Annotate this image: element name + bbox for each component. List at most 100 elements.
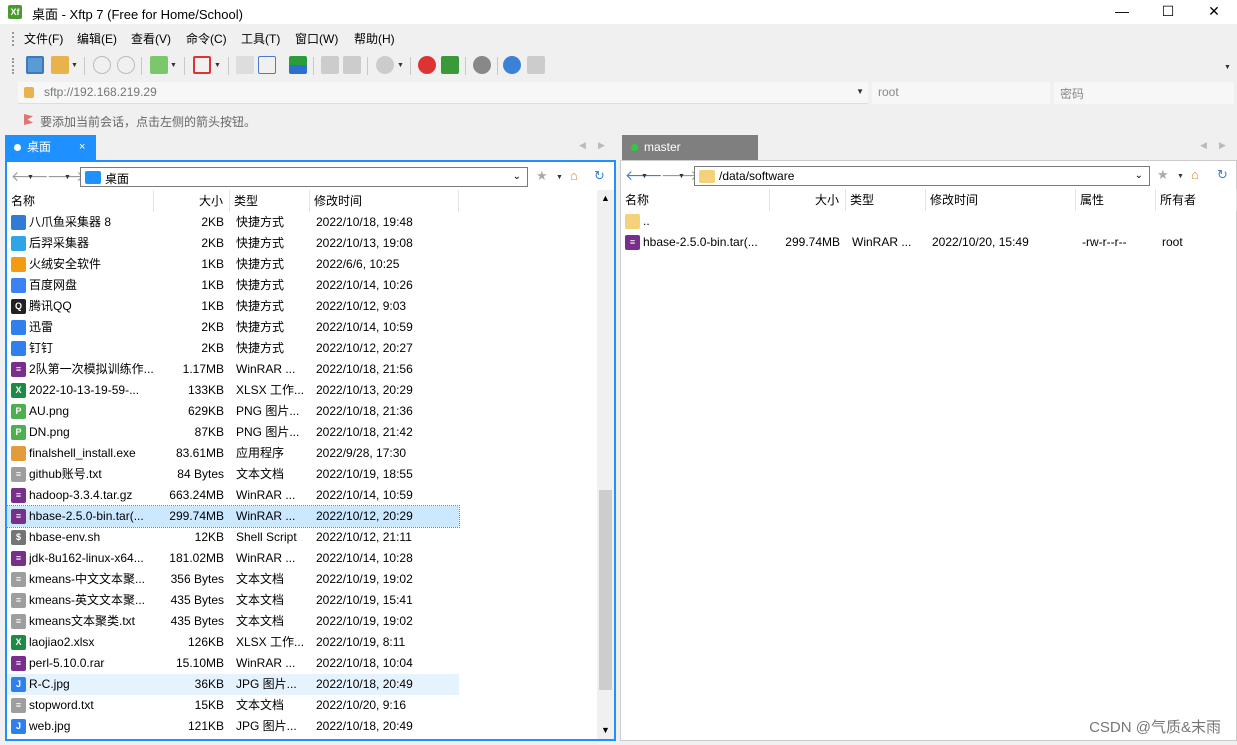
table-row[interactable]: 钉钉 2KB 快捷方式 2022/10/12, 20:27 bbox=[7, 338, 459, 359]
table-row[interactable]: P AU.png 629KB PNG 图片... 2022/10/18, 21:36 bbox=[7, 401, 459, 422]
back-dropdown-icon[interactable]: ▼ bbox=[27, 174, 34, 181]
parent-directory-row[interactable]: .. bbox=[621, 211, 1237, 232]
xshell-icon[interactable] bbox=[418, 56, 436, 74]
table-row[interactable]: ≡ stopword.txt 15KB 文本文档 2022/10/20, 9:16 bbox=[7, 695, 459, 716]
transfer-queue-icon[interactable] bbox=[193, 56, 211, 74]
table-row[interactable]: 火绒安全软件 1KB 快捷方式 2022/6/6, 10:25 bbox=[7, 254, 459, 275]
table-row[interactable]: ≡ kmeans-英文文本聚... 435 Bytes 文本文档 2022/10/19,… bbox=[7, 590, 459, 611]
open-dropdown-icon[interactable]: ▼ bbox=[71, 62, 78, 69]
favorite-star-icon[interactable]: ★ bbox=[1157, 167, 1169, 183]
record-dropdown-icon[interactable]: ▼ bbox=[397, 62, 404, 69]
tab-close-icon[interactable]: × bbox=[79, 135, 85, 160]
table-row[interactable]: P DN.png 87KB PNG 图片... 2022/10/18, 21:42 bbox=[7, 422, 459, 443]
table-row[interactable]: ≡ hbase-2.5.0-bin.tar(... 299.74MB WinRAR .… bbox=[6, 505, 460, 528]
properties-icon[interactable] bbox=[236, 56, 254, 74]
menu-view[interactable]: 查看(V) bbox=[131, 30, 171, 47]
tab-remote-master[interactable]: master bbox=[622, 135, 758, 160]
open-folder-icon[interactable] bbox=[51, 56, 69, 74]
table-row[interactable]: ≡ kmeans-中文文本聚... 356 Bytes 文本文档 2022/10/19,… bbox=[7, 569, 459, 590]
menu-command[interactable]: 命令(C) bbox=[186, 30, 227, 47]
table-row[interactable]: ≡ jdk-8u162-linux-x64... 181.02MB WinRAR ..… bbox=[7, 548, 459, 569]
table-row[interactable]: ≡ perl-5.10.0.rar 15.10MB WinRAR ... 2022/10… bbox=[7, 653, 459, 674]
paste-icon[interactable] bbox=[343, 56, 361, 74]
menu-help[interactable]: 帮助(H) bbox=[354, 30, 395, 47]
sync-icon[interactable] bbox=[258, 56, 276, 74]
table-row[interactable]: Jweb.jpg 121KB JPG 图片... 2022/10/18, 20:49 bbox=[7, 716, 459, 737]
column-owner[interactable]: 所有者 bbox=[1156, 189, 1237, 211]
chat-icon[interactable] bbox=[527, 56, 545, 74]
table-row[interactable]: J R-C.jpg 36KB JPG 图片... 2022/10/18, 20:49 bbox=[7, 674, 459, 695]
tab-scroll-right-icon[interactable]: ▶ bbox=[1219, 140, 1226, 151]
refresh-icon[interactable]: ↻ bbox=[1217, 167, 1228, 183]
table-row[interactable]: Q 腾讯QQ 1KB 快捷方式 2022/10/12, 9:03 bbox=[7, 296, 459, 317]
scroll-thumb[interactable] bbox=[599, 490, 612, 690]
scroll-up-icon[interactable]: ▲ bbox=[597, 190, 614, 207]
column-name[interactable]: 名称 bbox=[7, 190, 154, 212]
username-field[interactable]: root bbox=[872, 82, 1050, 104]
password-field[interactable]: 密码 bbox=[1054, 82, 1234, 104]
menu-window[interactable]: 窗口(W) bbox=[295, 30, 338, 47]
table-row[interactable]: ≡ kmeans文本聚类.txt 435 Bytes 文本文档 2022/10/19, … bbox=[7, 611, 459, 632]
table-row[interactable]: ≡ hadoop-3.3.4.tar.gz 663.24MB WinRAR ... 20… bbox=[7, 485, 459, 506]
connect-icon[interactable] bbox=[93, 56, 111, 74]
refresh-icon[interactable]: ↻ bbox=[594, 168, 605, 184]
column-type[interactable]: 类型 bbox=[230, 190, 310, 212]
table-row[interactable]: ≡ github账号.txt 84 Bytes 文本文档 2022/10/19, 18:… bbox=[7, 464, 459, 485]
local-scrollbar[interactable]: ▲ ▼ bbox=[597, 190, 614, 739]
menu-tools[interactable]: 工具(T) bbox=[241, 30, 280, 47]
tab-scroll-left-icon[interactable]: ◀ bbox=[579, 140, 586, 151]
column-attributes[interactable]: 属性 bbox=[1076, 189, 1156, 211]
flag-icon[interactable] bbox=[24, 114, 33, 125]
address-bar[interactable]: sftp://192.168.219.29 ▼ bbox=[18, 82, 868, 104]
tab-local-desktop[interactable]: 桌面 × bbox=[5, 135, 96, 160]
help-icon[interactable] bbox=[503, 56, 521, 74]
menu-file[interactable]: 文件(F) bbox=[24, 30, 63, 47]
table-row[interactable]: 后羿采集器 2KB 快捷方式 2022/10/13, 19:08 bbox=[7, 233, 459, 254]
table-row[interactable]: 八爪鱼采集器 8 2KB 快捷方式 2022/10/18, 19:48 bbox=[7, 212, 459, 233]
tab-scroll-right-icon[interactable]: ▶ bbox=[598, 140, 605, 151]
path-dropdown-icon[interactable]: ⌄ bbox=[1135, 170, 1143, 181]
new-dropdown-icon[interactable]: ▼ bbox=[170, 62, 177, 69]
maximize-button[interactable]: ☐ bbox=[1145, 0, 1191, 24]
table-row[interactable]: Xlaojiao2.xlsx 126KB XLSX 工作... 2022/10/19,… bbox=[7, 632, 459, 653]
queue-dropdown-icon[interactable]: ▼ bbox=[214, 62, 221, 69]
favorite-star-icon[interactable]: ★ bbox=[536, 168, 548, 184]
copy-icon[interactable] bbox=[321, 56, 339, 74]
address-input[interactable]: sftp://192.168.219.29 bbox=[44, 85, 157, 99]
table-row[interactable]: 迅雷 2KB 快捷方式 2022/10/14, 10:59 bbox=[7, 317, 459, 338]
table-row[interactable]: X 2022-10-13-19-59-... 133KB XLSX 工作... 2022… bbox=[7, 380, 459, 401]
path-dropdown-icon[interactable]: ⌄ bbox=[513, 171, 521, 182]
table-row[interactable]: $ hbase-env.sh 12KB Shell Script 2022/10/12,… bbox=[7, 527, 459, 548]
local-path-input[interactable]: 桌面 ⌄ bbox=[80, 167, 528, 187]
minimize-button[interactable]: — bbox=[1099, 0, 1145, 24]
forward-dropdown-icon[interactable]: ▼ bbox=[64, 174, 71, 181]
column-size[interactable]: 大小 bbox=[770, 189, 846, 211]
forward-dropdown-icon[interactable]: ▼ bbox=[678, 173, 685, 180]
favorite-dropdown-icon[interactable]: ▼ bbox=[556, 174, 563, 181]
gear-icon[interactable] bbox=[473, 56, 491, 74]
toolbar-overflow-icon[interactable]: ▼ bbox=[1224, 64, 1231, 71]
column-modified[interactable]: 修改时间 bbox=[310, 190, 459, 212]
record-icon[interactable] bbox=[376, 56, 394, 74]
home-icon[interactable]: ⌂ bbox=[570, 168, 578, 183]
home-icon[interactable]: ⌂ bbox=[1191, 167, 1199, 182]
new-session-icon[interactable] bbox=[26, 56, 44, 74]
close-button[interactable]: ✕ bbox=[1191, 0, 1237, 24]
table-row[interactable]: finalshell_install.exe 83.61MB 应用程序 2022/9/… bbox=[7, 443, 459, 464]
column-size[interactable]: 大小 bbox=[154, 190, 230, 212]
column-name[interactable]: 名称 bbox=[621, 189, 770, 211]
xftp-icon[interactable] bbox=[441, 56, 459, 74]
table-row[interactable]: ≡ hbase-2.5.0-bin.tar(... 299.74MB WinRA… bbox=[621, 232, 1237, 253]
transfer-icon[interactable] bbox=[289, 56, 307, 74]
disconnect-icon[interactable] bbox=[117, 56, 135, 74]
column-modified[interactable]: 修改时间 bbox=[926, 189, 1076, 211]
scroll-down-icon[interactable]: ▼ bbox=[597, 722, 614, 739]
favorite-dropdown-icon[interactable]: ▼ bbox=[1177, 173, 1184, 180]
remote-path-input[interactable]: /data/software ⌄ bbox=[694, 166, 1150, 186]
tab-scroll-left-icon[interactable]: ◀ bbox=[1200, 140, 1207, 151]
back-dropdown-icon[interactable]: ▼ bbox=[641, 173, 648, 180]
column-type[interactable]: 类型 bbox=[846, 189, 926, 211]
table-row[interactable]: ≡ 2队第一次模拟训练作... 1.17MB WinRAR ... 2022/10/18… bbox=[7, 359, 459, 380]
table-row[interactable]: 百度网盘 1KB 快捷方式 2022/10/14, 10:26 bbox=[7, 275, 459, 296]
new-folder-icon[interactable] bbox=[150, 56, 168, 74]
